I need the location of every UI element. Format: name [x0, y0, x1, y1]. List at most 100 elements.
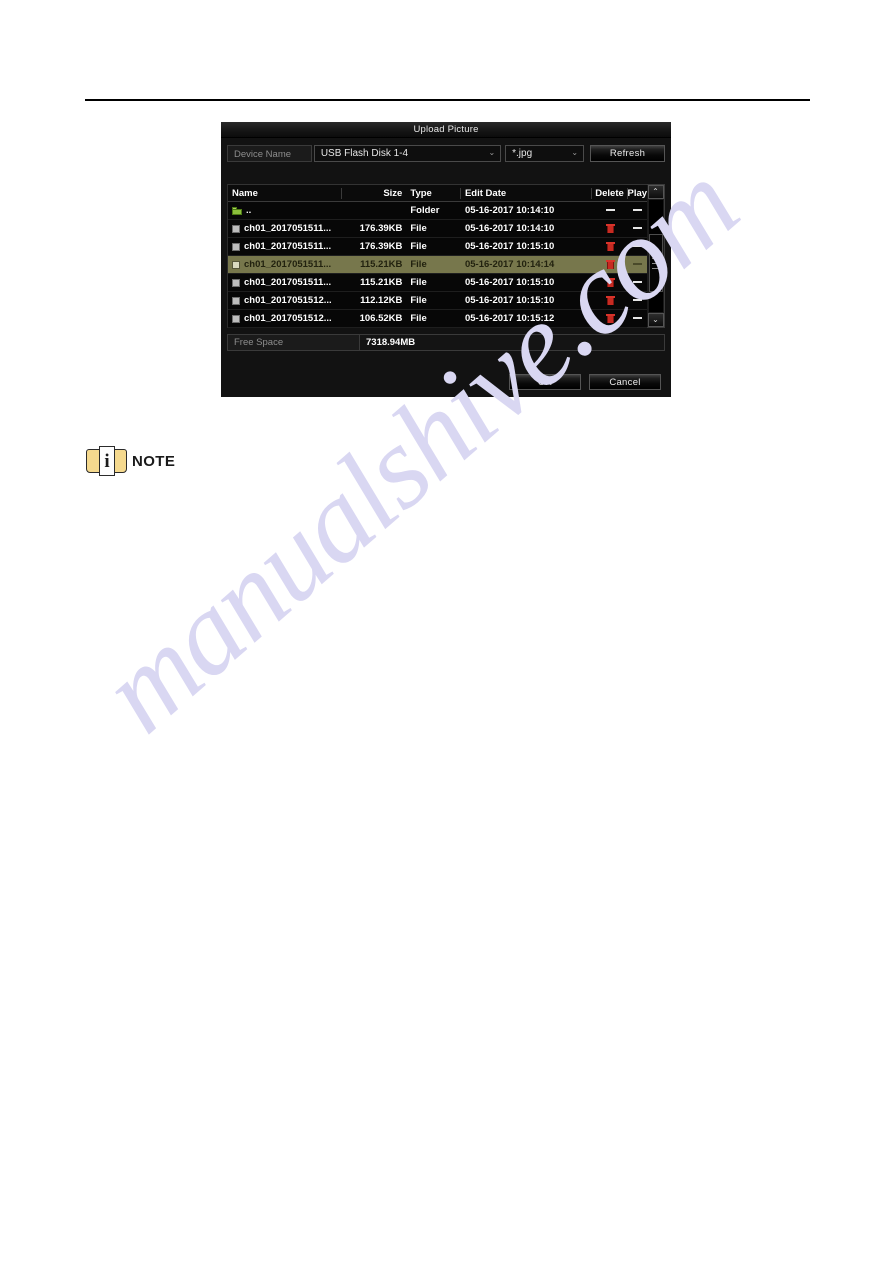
column-header-date[interactable]: Edit Date	[461, 187, 593, 199]
cell-play[interactable]	[628, 205, 647, 216]
dash-icon	[632, 299, 642, 302]
cell-play[interactable]	[628, 241, 647, 252]
file-type-value: *.jpg	[512, 147, 533, 159]
cell-delete[interactable]	[593, 241, 628, 252]
file-name-text: ch01_2017051512...	[244, 295, 332, 306]
cell-size: 112.12KB	[360, 295, 403, 306]
cell-edit-date: 05-16-2017 10:15:10	[464, 277, 555, 288]
cell-name: ..	[228, 205, 342, 216]
row-checkbox[interactable]	[232, 278, 240, 287]
cell-play[interactable]	[628, 223, 647, 234]
cell-type: File	[410, 313, 427, 324]
device-name-value: USB Flash Disk 1-4	[320, 147, 409, 159]
table-row[interactable]: ch01_2017051511... 176.39KB File 05-16-2017…	[228, 238, 647, 256]
device-name-select[interactable]: USB Flash Disk 1-4 ⌄	[313, 144, 502, 162]
file-name-text: ..	[246, 205, 252, 216]
chevron-down-icon: ⌄	[571, 148, 579, 157]
cell-type: File	[410, 223, 427, 234]
cell-edit-date: 05-16-2017 10:14:10	[464, 223, 555, 234]
file-list-scrollbar[interactable]: ⌃ ⌄	[647, 184, 665, 328]
column-header-delete[interactable]: Delete	[592, 187, 628, 199]
scroll-down-button[interactable]: ⌄	[647, 313, 664, 327]
file-type-select[interactable]: *.jpg ⌄	[505, 144, 585, 162]
cell-play[interactable]	[628, 259, 647, 270]
cell-type: Folder	[410, 205, 440, 216]
file-name-text: ch01_2017051511...	[244, 223, 332, 234]
grip-line	[651, 267, 660, 269]
free-space-row: Free Space 7318.94MB	[227, 334, 665, 351]
free-space-value: 7318.94MB	[366, 337, 416, 348]
column-header-name[interactable]: Name	[228, 187, 342, 199]
cell-delete[interactable]	[593, 205, 628, 216]
cancel-button[interactable]: Cancel	[589, 374, 661, 390]
trash-icon[interactable]	[605, 259, 615, 269]
trash-icon[interactable]	[605, 313, 615, 323]
note-label: NOTE	[132, 452, 176, 470]
cell-size: 176.39KB	[359, 223, 403, 234]
row-checkbox[interactable]	[232, 314, 240, 323]
cell-play[interactable]	[628, 313, 647, 324]
dash-icon	[632, 317, 642, 320]
cell-name: ch01_2017051512...	[228, 295, 342, 306]
cell-size: 106.52KB	[359, 313, 403, 324]
dialog-footer: OK Cancel	[221, 371, 671, 393]
column-header-size[interactable]: Size	[342, 188, 406, 199]
row-checkbox[interactable]	[232, 224, 240, 233]
trash-icon[interactable]	[605, 277, 615, 287]
file-name-text: ch01_2017051511...	[244, 259, 332, 270]
cell-name: ch01_2017051511...	[228, 223, 342, 234]
trash-icon[interactable]	[605, 295, 615, 305]
row-checkbox[interactable]	[232, 296, 240, 305]
folder-up-icon[interactable]	[232, 206, 242, 215]
table-row[interactable]: ch01_2017051511... 176.39KB File 05-16-2017…	[228, 220, 647, 238]
cell-play[interactable]	[628, 295, 647, 306]
row-checkbox[interactable]	[232, 260, 240, 269]
cell-type: File	[410, 277, 427, 288]
table-row[interactable]: .. Folder 05-16-2017 10:14:10	[228, 202, 647, 220]
dialog-titlebar: Upload Picture	[221, 122, 671, 138]
grip-line	[651, 262, 660, 264]
trash-icon[interactable]	[605, 223, 615, 233]
file-name-text: ch01_2017051511...	[244, 241, 332, 252]
table-row[interactable]: ch01_2017051511... 115.21KB File 05-16-2017…	[228, 274, 647, 292]
file-name-text: ch01_2017051511...	[244, 277, 332, 288]
row-checkbox[interactable]	[232, 242, 240, 251]
cell-delete[interactable]	[593, 313, 628, 324]
info-letter-icon: i	[104, 450, 110, 472]
table-row[interactable]: ch01_2017051511... 115.21KB File 05-16-2017…	[228, 256, 647, 274]
cell-delete[interactable]	[593, 277, 628, 288]
dialog-toolbar: Device Name USB Flash Disk 1-4 ⌄ *.jpg ⌄…	[221, 138, 671, 162]
cell-edit-date: 05-16-2017 10:14:14	[464, 259, 555, 270]
scrollbar-track[interactable]	[648, 200, 663, 312]
cell-delete[interactable]	[593, 259, 628, 270]
cell-type: File	[410, 241, 427, 252]
ok-button[interactable]: OK	[509, 374, 581, 390]
trash-icon[interactable]	[605, 241, 615, 251]
note-block: i NOTE	[85, 446, 175, 476]
table-row[interactable]: ch01_2017051512... 112.12KB File 05-16-2017…	[228, 292, 647, 310]
cell-delete[interactable]	[593, 223, 628, 234]
cell-name: ch01_2017051511...	[228, 241, 342, 252]
dash-icon	[632, 263, 642, 266]
file-table: Name Size Type Edit Date Delete Play .. F…	[227, 184, 665, 328]
cell-delete[interactable]	[593, 295, 628, 306]
cell-edit-date: 05-16-2017 10:15:12	[464, 313, 555, 324]
cell-type: File	[410, 295, 427, 306]
dash-icon	[632, 227, 642, 230]
note-book-icon: i	[85, 446, 129, 476]
refresh-button[interactable]: Refresh	[590, 144, 665, 162]
table-row[interactable]: ch01_2017051512... 106.52KB File 05-16-2017…	[228, 310, 647, 328]
file-name-text: ch01_2017051512...	[244, 313, 332, 324]
cell-edit-date: 05-16-2017 10:14:10	[464, 205, 555, 216]
column-header-type[interactable]: Type	[406, 187, 461, 199]
cell-size: 115.21KB	[360, 277, 403, 288]
cell-size: 176.39KB	[359, 241, 403, 252]
scrollbar-thumb[interactable]	[648, 234, 663, 292]
dash-icon	[605, 209, 615, 212]
scroll-up-button[interactable]: ⌃	[647, 185, 664, 199]
cell-type: File	[410, 259, 427, 270]
file-table-body: Name Size Type Edit Date Delete Play .. F…	[227, 184, 647, 328]
column-header-play[interactable]: Play	[628, 188, 647, 199]
grip-line	[651, 257, 660, 259]
cell-play[interactable]	[628, 277, 647, 288]
